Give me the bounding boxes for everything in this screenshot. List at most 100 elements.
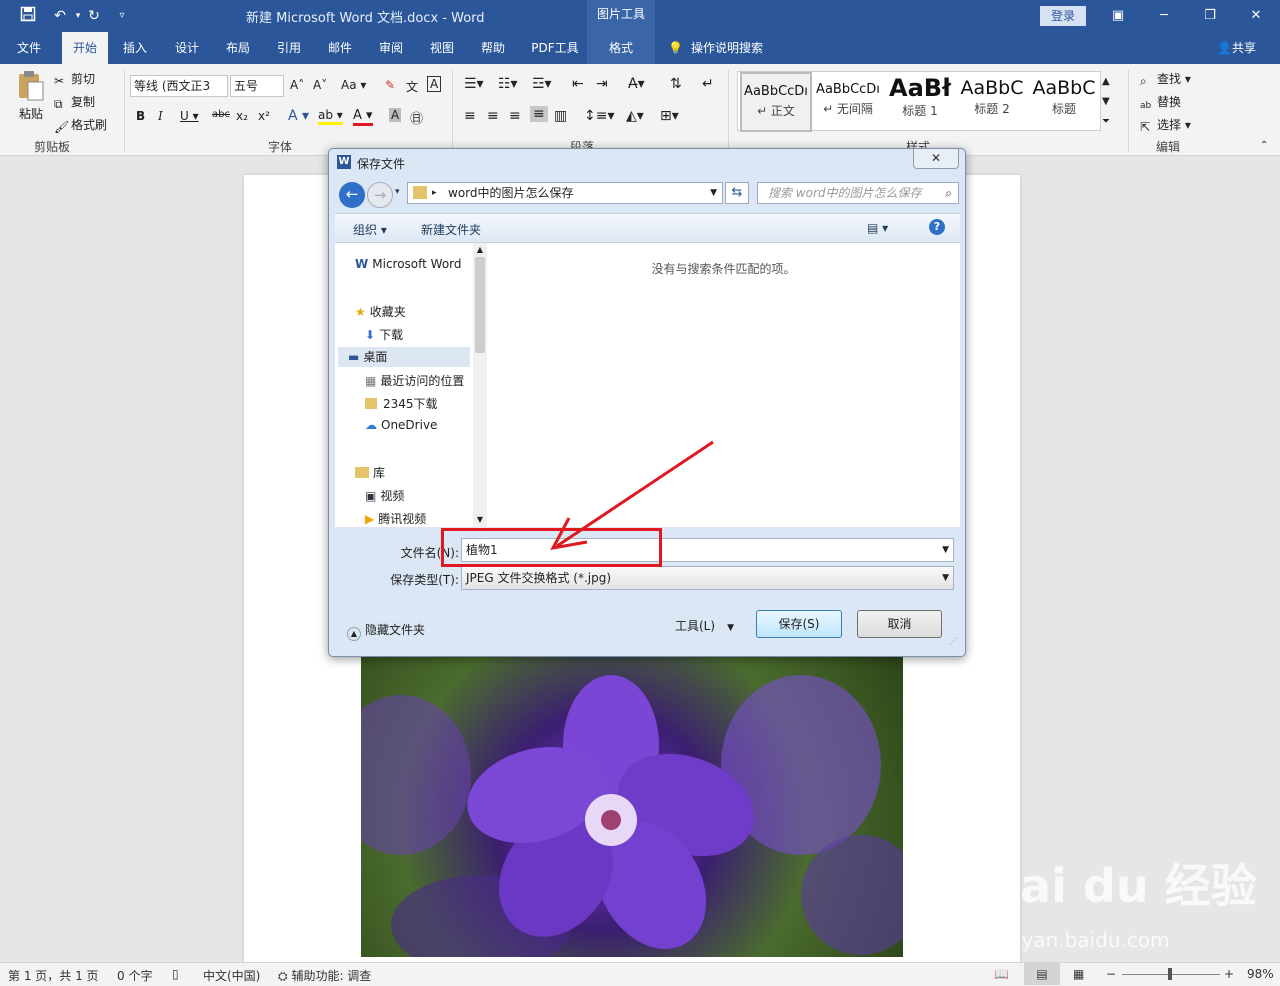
subscript-icon[interactable]: x₂ — [236, 109, 248, 123]
superscript-icon[interactable]: x² — [258, 109, 270, 123]
font-color-icon[interactable]: A ▾ — [353, 108, 373, 126]
bold-icon[interactable]: B — [136, 109, 145, 123]
accessibility-status[interactable]: ⛭ 辅助功能: 调查 — [278, 967, 371, 984]
nav-item-videos[interactable]: ▣ 视频 — [365, 487, 404, 504]
scroll-down-icon[interactable]: ▼ — [473, 513, 487, 527]
tab-mailings[interactable]: 邮件 — [319, 32, 361, 64]
nav-item-recent-places[interactable]: ▦ 最近访问的位置 — [365, 372, 464, 389]
paste-button[interactable]: 粘贴 — [14, 70, 48, 122]
distributed-icon[interactable]: ▥ — [554, 108, 567, 124]
share-button[interactable]: 👤共享 — [1217, 32, 1256, 64]
address-bar[interactable]: ▸ word中的图片怎么保存 ▼ — [407, 182, 723, 204]
styles-gallery[interactable]: AaBbCcDı ↵ 正文 AaBbCcDı ↵ 无间隔 AaBł 标题 1 A… — [737, 71, 1101, 132]
underline-icon[interactable]: U ▾ — [180, 109, 199, 123]
justify-icon[interactable]: ≡ — [530, 106, 548, 122]
dialog-close-button[interactable]: ✕ — [913, 149, 959, 169]
tab-view[interactable]: 视图 — [421, 32, 463, 64]
customize-qat-icon[interactable]: ▿ — [112, 6, 132, 26]
nav-item-tencent-video[interactable]: ▶ 腾讯视频 — [365, 510, 426, 527]
word-count[interactable]: 0 个字 — [117, 967, 152, 984]
ribbon-display-icon[interactable]: ▣ — [1108, 6, 1128, 26]
clear-format-icon[interactable]: ✎ — [385, 78, 395, 92]
find-button[interactable]: ⌕ 查找 ▾ — [1140, 70, 1191, 88]
filetype-dropdown-icon[interactable]: ▼ — [942, 567, 949, 589]
italic-icon[interactable]: I — [158, 109, 163, 123]
scroll-thumb[interactable] — [475, 257, 485, 353]
web-layout-icon[interactable]: ▦ — [1073, 967, 1084, 981]
nav-item-favorites[interactable]: ★ 收藏夹 — [355, 303, 406, 320]
organize-button[interactable]: 组织 ▾ — [353, 221, 387, 238]
cut-button[interactable]: ✂ 剪切 — [54, 70, 95, 88]
select-button[interactable]: ⇱ 选择 ▾ — [1140, 116, 1191, 134]
nav-item-libraries[interactable]: 库 — [355, 464, 385, 481]
grow-font-icon[interactable]: A˄ — [290, 78, 304, 92]
tab-layout[interactable]: 布局 — [217, 32, 259, 64]
tab-help[interactable]: 帮助 — [472, 32, 514, 64]
zoom-in-icon[interactable]: + — [1224, 967, 1234, 981]
font-name-combo[interactable]: 等线 (西文正3 — [130, 75, 228, 97]
numbering-icon[interactable]: ☷▾ — [498, 76, 518, 92]
close-icon[interactable]: ✕ — [1246, 6, 1266, 26]
phonetic-guide-icon[interactable]: 文 — [406, 78, 418, 95]
multilevel-list-icon[interactable]: ☲▾ — [532, 76, 552, 92]
align-left-icon[interactable]: ≡ — [464, 108, 476, 124]
bullets-icon[interactable]: ☰▾ — [464, 76, 484, 92]
style-normal[interactable]: AaBbCcDı ↵ 正文 — [740, 72, 812, 132]
shading-icon[interactable]: ◭▾ — [626, 108, 644, 124]
tools-button[interactable]: 工具(L) ▼ — [675, 617, 734, 634]
shrink-font-icon[interactable]: A˅ — [313, 78, 327, 92]
tab-design[interactable]: 设计 — [166, 32, 208, 64]
zoom-level[interactable]: 98% — [1247, 967, 1274, 981]
enclose-char-icon[interactable]: ㊐ — [410, 108, 423, 127]
style-heading-1[interactable]: AaBł 标题 1 — [884, 72, 956, 132]
char-border-icon[interactable]: A — [427, 76, 442, 92]
borders-icon[interactable]: ⊞▾ — [660, 108, 679, 124]
tab-references[interactable]: 引用 — [268, 32, 310, 64]
sort-icon[interactable]: ⇅ — [670, 76, 682, 92]
strikethrough-icon[interactable]: abc — [212, 109, 230, 120]
collapse-ribbon-icon[interactable]: ⌃ — [1260, 140, 1268, 151]
tell-me-search[interactable]: 💡 操作说明搜索 — [668, 32, 763, 64]
search-input[interactable]: 搜索 word中的图片怎么保存 ⌕ — [757, 182, 959, 204]
tab-format[interactable]: 格式 — [587, 32, 655, 64]
language-indicator[interactable]: 中文(中国) — [203, 967, 260, 984]
login-button[interactable]: 登录 — [1040, 6, 1086, 26]
resize-grip-icon[interactable]: ⋰ — [949, 637, 958, 647]
nav-item-desktop[interactable]: ▬ 桌面 — [338, 347, 470, 367]
decrease-indent-icon[interactable]: ⇤ — [572, 76, 584, 92]
tab-insert[interactable]: 插入 — [114, 32, 156, 64]
zoom-out-icon[interactable]: − — [1106, 967, 1116, 981]
redo-icon[interactable]: ↻ — [84, 6, 104, 26]
gallery-scroll-icon[interactable]: ▲ ▼ ⏷ — [1102, 72, 1110, 132]
align-center-icon[interactable]: ≡ — [487, 108, 499, 124]
minimize-icon[interactable]: ─ — [1154, 6, 1174, 26]
scroll-up-icon[interactable]: ▲ — [473, 243, 487, 257]
save-button[interactable]: 保存(S) — [756, 610, 842, 638]
new-folder-button[interactable]: 新建文件夹 — [421, 221, 481, 238]
nav-item-onedrive[interactable]: ☁ OneDrive — [365, 418, 437, 432]
tab-review[interactable]: 审阅 — [370, 32, 412, 64]
tab-pdf-tools[interactable]: PDF工具 — [525, 32, 585, 64]
chinese-layout-icon[interactable]: A̶▾ — [628, 76, 645, 92]
filename-dropdown-icon[interactable]: ▼ — [942, 539, 949, 561]
tab-home[interactable]: 开始 — [62, 32, 108, 64]
address-dropdown-icon[interactable]: ▼ — [710, 183, 717, 203]
nav-item-2345-downloads[interactable]: 2345下载 — [365, 395, 438, 412]
nav-item-downloads[interactable]: ⬇ 下载 — [365, 326, 403, 343]
refresh-icon[interactable]: ⇆ — [725, 182, 749, 204]
highlight-icon[interactable]: ab ▾ — [318, 108, 343, 125]
read-mode-icon[interactable]: 📖 — [994, 967, 1009, 981]
copy-button[interactable]: ⧉ 复制 — [54, 93, 95, 111]
help-icon[interactable]: ? — [929, 219, 945, 235]
save-icon[interactable] — [18, 6, 38, 26]
zoom-slider-thumb[interactable] — [1168, 968, 1173, 980]
page-count[interactable]: 第 1 页，共 1 页 — [8, 967, 99, 984]
nav-item-microsoft-word[interactable]: W Microsoft Word — [355, 257, 462, 271]
style-title[interactable]: AaBbC 标题 — [1028, 72, 1100, 132]
font-size-combo[interactable]: 五号 — [230, 75, 284, 97]
text-effects-icon[interactable]: A ▾ — [288, 108, 309, 124]
history-dropdown-icon[interactable]: ▾ — [395, 187, 400, 197]
line-spacing-icon[interactable]: ↕≡▾ — [584, 108, 615, 124]
flower-picture[interactable] — [361, 655, 903, 957]
show-marks-icon[interactable]: ↵ — [702, 76, 714, 92]
